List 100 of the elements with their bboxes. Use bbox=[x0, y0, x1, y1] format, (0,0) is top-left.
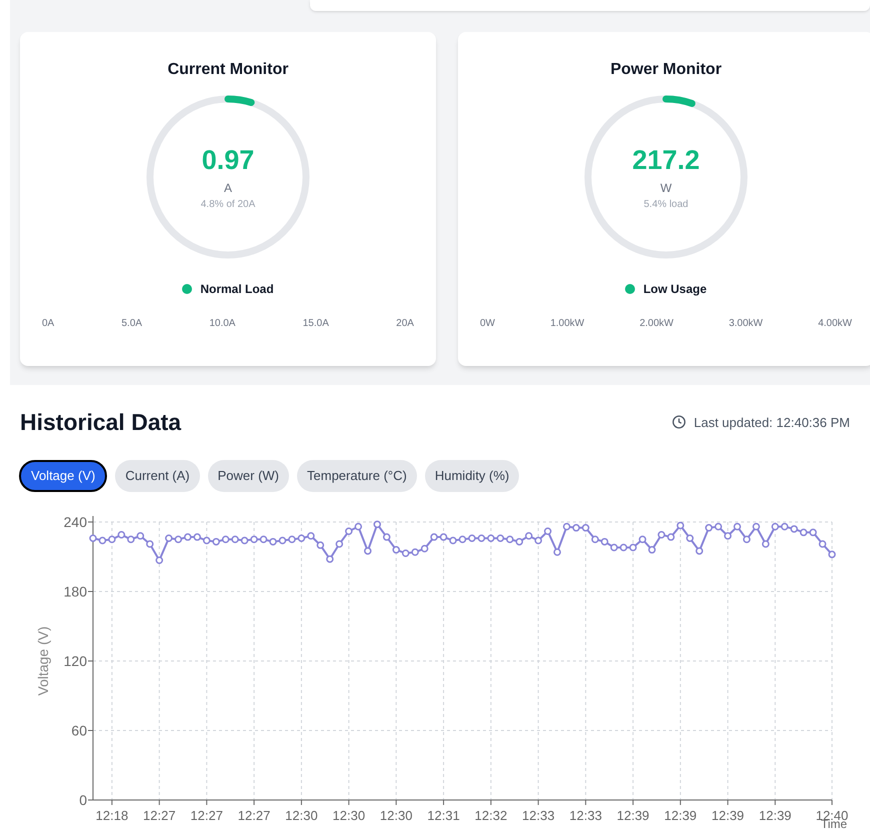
x-tick-label: 12:33 bbox=[522, 808, 555, 822]
data-point bbox=[686, 534, 694, 542]
data-point bbox=[354, 522, 362, 530]
data-point bbox=[800, 528, 808, 536]
x-tick-label: 12:39 bbox=[664, 808, 697, 822]
data-point bbox=[714, 522, 722, 530]
chart-tab[interactable]: Power (W) bbox=[208, 460, 290, 492]
data-point bbox=[554, 548, 561, 556]
data-point bbox=[742, 535, 750, 543]
x-tick-label: 12:39 bbox=[712, 808, 744, 822]
data-point bbox=[250, 535, 258, 543]
data-point bbox=[667, 532, 675, 540]
data-point bbox=[468, 534, 476, 542]
data-point bbox=[193, 532, 201, 540]
gauge-detail: 4.8% of 20A bbox=[200, 200, 256, 210]
data-point bbox=[696, 546, 704, 554]
data-point bbox=[582, 524, 590, 532]
data-point bbox=[724, 532, 732, 540]
data-point bbox=[534, 536, 542, 544]
data-point bbox=[373, 520, 381, 528]
data-point bbox=[620, 543, 628, 551]
data-point bbox=[184, 532, 192, 540]
gauge-unit: W bbox=[660, 182, 672, 194]
chart-tab[interactable]: Temperature (°C) bbox=[297, 460, 417, 492]
data-point bbox=[345, 527, 353, 535]
data-point bbox=[240, 536, 248, 544]
data-point bbox=[430, 532, 438, 540]
y-axis-title: Voltage (V) bbox=[35, 626, 51, 696]
data-point bbox=[487, 534, 495, 542]
status-label: Low Usage bbox=[643, 281, 707, 298]
data-point bbox=[136, 532, 144, 540]
chart-tab[interactable]: Humidity (%) bbox=[424, 460, 520, 492]
scale-label: 10.0A bbox=[209, 317, 236, 331]
x-tick-label: 12:18 bbox=[96, 808, 128, 822]
data-point bbox=[610, 543, 618, 551]
data-point bbox=[269, 537, 277, 545]
data-point bbox=[165, 534, 173, 542]
x-tick-label: 12:30 bbox=[332, 808, 366, 822]
chart-tab[interactable]: Voltage (V) bbox=[19, 460, 108, 492]
data-point bbox=[506, 535, 514, 543]
data-point bbox=[260, 535, 268, 543]
x-tick-label: 12:30 bbox=[380, 808, 412, 822]
data-point bbox=[572, 524, 580, 532]
data-point bbox=[288, 535, 296, 543]
data-point bbox=[364, 546, 372, 554]
x-tick-label: 12:27 bbox=[238, 808, 270, 822]
section-title: Historical Data bbox=[20, 408, 182, 437]
data-point bbox=[734, 522, 741, 530]
data-point bbox=[762, 540, 770, 548]
data-point bbox=[420, 544, 428, 552]
y-tick-label: 60 bbox=[71, 722, 87, 738]
data-point bbox=[411, 548, 419, 556]
data-point bbox=[202, 536, 210, 544]
data-point bbox=[336, 540, 344, 548]
data-point bbox=[780, 522, 788, 530]
data-point bbox=[705, 524, 713, 532]
last-updated: Last updated: 12:40:36 PM bbox=[694, 414, 850, 432]
scale-label: 1.00kW bbox=[550, 317, 584, 331]
data-point bbox=[307, 532, 315, 540]
gauge-value: 0.97 bbox=[202, 146, 254, 174]
scale-label: 20A bbox=[396, 317, 414, 331]
data-point bbox=[212, 537, 220, 545]
gauge-unit: A bbox=[224, 182, 232, 194]
scale-label: 0W bbox=[480, 317, 495, 331]
data-point bbox=[402, 549, 410, 557]
data-point bbox=[591, 535, 599, 543]
data-point bbox=[562, 522, 570, 530]
data-point bbox=[629, 543, 637, 551]
data-point bbox=[231, 535, 239, 543]
x-tick-label: 12:30 bbox=[285, 808, 318, 822]
data-point bbox=[818, 540, 826, 548]
data-point bbox=[146, 540, 154, 548]
data-point bbox=[828, 550, 836, 558]
scale-label: 2.00kW bbox=[640, 317, 674, 331]
data-point bbox=[382, 532, 390, 540]
data-point bbox=[326, 554, 334, 562]
scale-label: 5.0A bbox=[122, 317, 142, 331]
data-point bbox=[298, 534, 306, 542]
data-point bbox=[108, 535, 116, 543]
gauge-value: 217.2 bbox=[632, 146, 700, 174]
scale-label: 4.00kW bbox=[818, 317, 852, 331]
card-title: Power Monitor bbox=[610, 60, 722, 80]
x-tick-label: 12:32 bbox=[474, 808, 508, 822]
data-point bbox=[156, 556, 164, 564]
data-point bbox=[89, 534, 97, 542]
chart-tab[interactable]: Current (A) bbox=[115, 460, 200, 492]
card-title: Current Monitor bbox=[168, 60, 288, 80]
gauge-detail: 5.4% load bbox=[644, 200, 688, 210]
data-point bbox=[449, 536, 457, 544]
data-point bbox=[174, 535, 182, 543]
scale-label: 0A bbox=[42, 317, 54, 331]
y-tick-label: 180 bbox=[64, 583, 87, 599]
clock-icon bbox=[672, 415, 686, 430]
data-point bbox=[392, 546, 400, 554]
data-point bbox=[98, 536, 106, 544]
x-tick-label: 12:39 bbox=[616, 808, 650, 822]
data-point bbox=[790, 524, 798, 532]
data-point bbox=[658, 530, 666, 538]
y-tick-label: 120 bbox=[64, 652, 87, 668]
data-point bbox=[600, 537, 608, 545]
